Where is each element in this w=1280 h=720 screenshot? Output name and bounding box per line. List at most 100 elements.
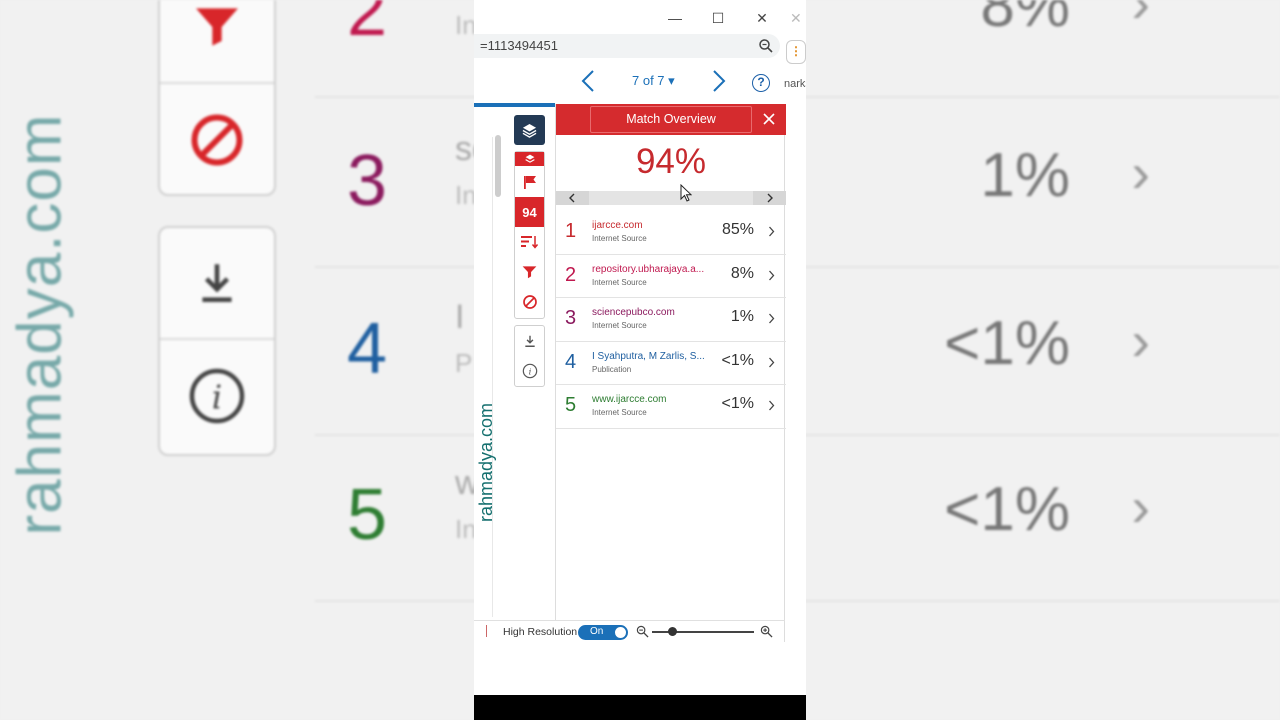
match-row[interactable]: 2 repository.ubharajaya.a... Internet Sour…	[556, 255, 786, 298]
match-row[interactable]: 4 I Syahputra, M Zarlis, S... Publication <…	[556, 342, 786, 385]
filter-button[interactable]	[515, 257, 544, 287]
match-source: www.ijarcce.com	[592, 394, 667, 405]
info-button[interactable]: i	[515, 356, 544, 386]
panel-title: Match Overview	[590, 106, 752, 133]
background-match-percent: 1%	[980, 141, 1070, 210]
next-page-icon[interactable]	[706, 68, 730, 94]
background-match-number: 4	[347, 309, 388, 389]
match-row[interactable]: 3 sciencepubco.com Internet Source 1%	[556, 298, 786, 342]
match-source-type: Internet Source	[592, 408, 647, 417]
match-source: sciencepubco.com	[592, 307, 675, 318]
background-chevron-icon: ›	[1131, 309, 1150, 372]
high-resolution-label: High Resolution	[503, 626, 578, 638]
chevron-right-icon[interactable]	[768, 313, 775, 324]
match-number: 5	[565, 394, 577, 416]
watermark-text: rahmadya.com	[476, 402, 496, 523]
toggle-state-label: On	[590, 626, 604, 637]
exclude-button[interactable]	[515, 287, 544, 317]
match-source-type: Internet Source	[592, 277, 647, 287]
zoom-lens-icon[interactable]	[758, 38, 774, 54]
background-exclude-icon	[160, 84, 274, 196]
background-match-percent: 8%	[980, 0, 1070, 40]
similarity-score-button[interactable]: 94	[515, 197, 544, 227]
background-watermark: rahmadya.com	[5, 113, 75, 536]
info-icon: i	[522, 363, 537, 379]
background-match-percent: <1%	[944, 475, 1070, 544]
phone-bottom-bar	[474, 695, 806, 720]
zoom-out-icon[interactable]	[636, 625, 649, 638]
match-number: 1	[565, 220, 577, 242]
background-chevron-icon: ›	[1131, 0, 1150, 34]
toggle-knob	[615, 627, 626, 638]
window-titlebar: — ☐ ✕ ✕	[474, 4, 806, 32]
background-toolbar-top	[158, 0, 276, 196]
bookmarks-label: narks	[784, 78, 806, 90]
download-button[interactable]	[515, 326, 544, 356]
background-match-number: 5	[347, 475, 388, 555]
zoom-slider[interactable]	[652, 627, 754, 636]
match-number: 4	[565, 350, 577, 373]
match-percent: 8%	[730, 264, 754, 282]
chevron-right-icon[interactable]	[768, 226, 775, 237]
maximize-icon[interactable]: ☐	[707, 8, 729, 28]
close-window-icon[interactable]: ✕	[751, 8, 773, 28]
viewer-bottom-bar: High Resolution On	[474, 620, 785, 642]
sort-button[interactable]	[515, 227, 544, 257]
svg-text:i: i	[528, 367, 531, 377]
match-tools-group: 94	[514, 151, 545, 319]
svg-text:i: i	[212, 379, 222, 417]
match-source: repository.ubharajaya.a...	[592, 263, 705, 275]
background-chevron-icon: ›	[1131, 141, 1150, 204]
match-number: 2	[565, 263, 577, 286]
sort-icon	[521, 235, 538, 249]
match-row[interactable]: 5 www.ijarcce.com Internet Source <1%	[556, 385, 786, 429]
layers-button[interactable]	[514, 115, 545, 145]
match-list: 1 ijarcce.com Internet Source 85% 2 repositor…	[556, 211, 786, 429]
download-icon	[524, 335, 535, 347]
chevron-right-icon[interactable]	[768, 357, 775, 368]
close-window-icon-secondary[interactable]: ✕	[790, 10, 802, 27]
browser-menu-icon[interactable]: ⋮	[786, 40, 806, 64]
prev-match-button[interactable]	[556, 191, 589, 205]
flag-button[interactable]	[515, 167, 544, 197]
page-indicator[interactable]: 7 of 7 ▾	[632, 73, 675, 89]
match-layers-button[interactable]	[515, 152, 544, 166]
match-percent: <1%	[721, 351, 754, 369]
background-download-icon	[160, 228, 274, 340]
background-toolbar-bottom: i	[158, 226, 276, 456]
match-row[interactable]: 1 ijarcce.com Internet Source 85%	[556, 211, 786, 255]
high-resolution-toggle[interactable]: On	[578, 625, 628, 640]
previous-page-icon[interactable]	[577, 68, 601, 94]
phone-screen: — ☐ ✕ ✕ =1113494451 ⋮ narks 7 of 7 ▾ ? r…	[474, 0, 806, 720]
flag-icon	[523, 175, 536, 189]
document-margin-line	[492, 137, 493, 617]
background-chevron-icon: ›	[1131, 475, 1150, 538]
address-text: =1113494451	[480, 38, 558, 53]
match-percent: 1%	[730, 308, 754, 325]
match-layers-icon	[524, 154, 535, 163]
background-match-number: 2	[347, 0, 388, 51]
chevron-right-icon	[767, 193, 773, 203]
background-match-number: 3	[347, 141, 388, 221]
close-panel-icon[interactable]	[762, 112, 776, 126]
file-tools-group: i	[514, 325, 545, 387]
filter-icon	[522, 266, 537, 279]
minimize-icon[interactable]: —	[664, 8, 686, 28]
chevron-left-icon	[569, 193, 575, 203]
chevron-right-icon[interactable]	[768, 400, 775, 411]
chevron-right-icon[interactable]	[768, 270, 775, 281]
zoom-in-icon[interactable]	[760, 625, 773, 638]
match-percent: <1%	[721, 395, 754, 412]
match-percent: 85%	[721, 221, 754, 238]
help-icon[interactable]: ?	[752, 74, 770, 92]
match-overview-panel: Match Overview 94% 1 ijarcce.com Internet …	[555, 104, 786, 620]
match-source: I Syahputra, M Zarlis, S...	[592, 350, 705, 362]
overall-similarity: 94%	[635, 142, 707, 181]
address-bar[interactable]: =1113494451	[474, 34, 780, 58]
mouse-cursor-icon	[680, 184, 692, 202]
match-source-type: Internet Source	[592, 321, 647, 330]
next-match-button[interactable]	[753, 191, 786, 205]
zoom-slider-handle[interactable]	[667, 627, 677, 636]
document-scrollbar[interactable]	[495, 135, 501, 197]
background-match-percent: <1%	[944, 309, 1070, 378]
